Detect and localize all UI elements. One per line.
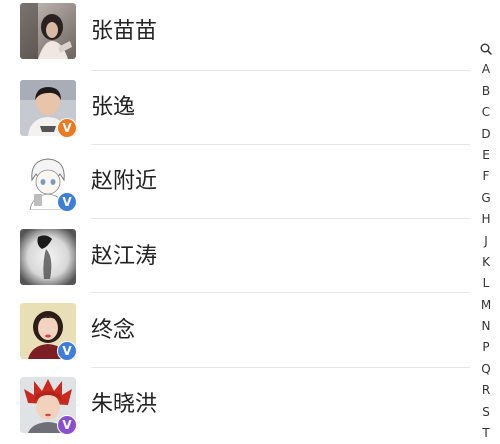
contact-name: 赵附近 [91,169,158,194]
index-letter-s[interactable]: S [475,402,497,423]
index-letter-r[interactable]: R [475,380,497,401]
avatar[interactable]: V [20,303,77,361]
index-letter-g[interactable]: G [475,188,497,209]
index-letter-d[interactable]: D [475,124,497,145]
index-letter-j[interactable]: J [475,231,497,252]
avatar[interactable]: V [20,377,77,435]
avatar-photo [20,3,76,59]
avatar[interactable]: V [20,154,77,212]
contact-row[interactable]: V 张逸 [0,71,470,145]
index-letter-a[interactable]: A [475,59,497,80]
alphabet-index-bar[interactable]: ABCDEFGHJKLMNPQRST [475,38,497,444]
index-letter-q[interactable]: Q [475,359,497,380]
verified-badge: V [57,118,77,138]
contact-list: 张苗苗 V 张逸 V 赵附近 赵江涛 V 终念 V 朱晓洪 A B C D E … [0,0,500,441]
contact-row[interactable]: V 赵附近 [0,145,470,219]
index-letter-m[interactable]: M [475,295,497,316]
contact-row[interactable]: 赵江涛 [0,219,470,293]
index-letter-n[interactable]: N [475,316,497,337]
avatar-photo [20,229,76,285]
contact-row[interactable]: V 终念 [0,294,470,368]
avatar[interactable] [20,229,76,285]
index-letter-b[interactable]: B [475,81,497,102]
row-divider [91,292,470,293]
index-letter-e[interactable]: E [475,145,497,166]
contact-name: 张苗苗 [91,19,158,44]
contact-name: 赵江涛 [91,244,158,269]
index-letter-h[interactable]: H [475,209,497,230]
verified-badge: V [57,341,77,361]
contact-name: 朱晓洪 [91,392,158,417]
contact-row[interactable]: 张苗苗 [0,0,470,71]
index-letters: ABCDEFGHJKLMNPQRST [475,59,497,444]
index-letter-f[interactable]: F [475,166,497,187]
index-letter-c[interactable]: C [475,102,497,123]
index-letter-p[interactable]: P [475,337,497,358]
verified-badge: V [57,415,77,435]
verified-badge: V [57,192,77,212]
index-letter-k[interactable]: K [475,252,497,273]
contact-row[interactable]: V 朱晓洪 [0,368,470,442]
contact-name: 终念 [91,318,136,343]
index-search-icon[interactable] [475,38,497,59]
avatar[interactable]: V [20,80,77,138]
avatar[interactable] [20,3,76,59]
contact-name: 张逸 [91,95,136,120]
search-icon [480,43,492,55]
index-letter-l[interactable]: L [475,273,497,294]
